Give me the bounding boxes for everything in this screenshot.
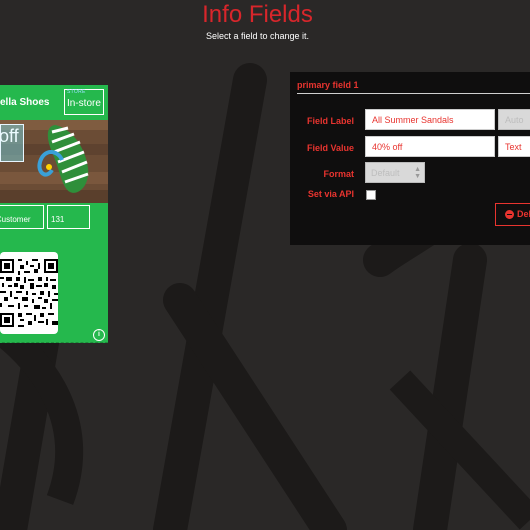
field-label-input[interactable]: All Summer Sandals [365,109,495,130]
field-value-label: Field Value [306,143,354,153]
qr-code [0,252,58,334]
format-select-value: Default [371,168,400,178]
header-field[interactable]: STORE In-store [64,89,104,115]
page-title: Info Fields [202,1,313,28]
delete-button[interactable]: Del [495,203,530,226]
field-value-type-select[interactable]: Text [498,136,530,157]
chevron-updown-icon: ▲ ▼ [414,166,421,180]
delete-button-label: Del [517,209,530,219]
info-icon[interactable]: i [93,329,105,341]
strip-image: off [0,120,108,203]
format-label: Format [323,169,354,179]
secondary-field-2[interactable]: 131 [47,205,90,229]
organization-name[interactable]: ella Shoes [0,97,49,108]
field-editor-panel: primary field 1 Field Label All Summer S… [290,72,530,245]
field-label-label: Field Label [306,116,354,126]
secondary-field-2-value: 131 [51,215,65,224]
format-select[interactable]: Default ▲ ▼ [365,162,425,183]
panel-divider [297,93,530,94]
page-subtitle: Select a field to change it. [205,31,310,41]
secondary-field-1-value: r Customer [0,215,31,224]
primary-field-value: off [0,126,19,146]
panel-title: primary field 1 [297,80,359,90]
field-value-input[interactable]: 40% off [365,136,495,157]
minus-circle-icon [505,210,514,219]
set-via-api-checkbox[interactable] [366,190,376,200]
qr-code-icon [0,259,58,327]
field-label-key-input[interactable]: Auto [498,109,530,130]
secondary-field-1[interactable]: r Customer [0,205,44,229]
set-via-api-label: Set via API [307,189,354,199]
header-field-label: STORE [67,89,86,95]
primary-field[interactable]: off [0,124,24,162]
pass-preview: ella Shoes STORE In-store off ustomer 13… [0,85,108,343]
header-field-value: In-store [67,98,101,109]
